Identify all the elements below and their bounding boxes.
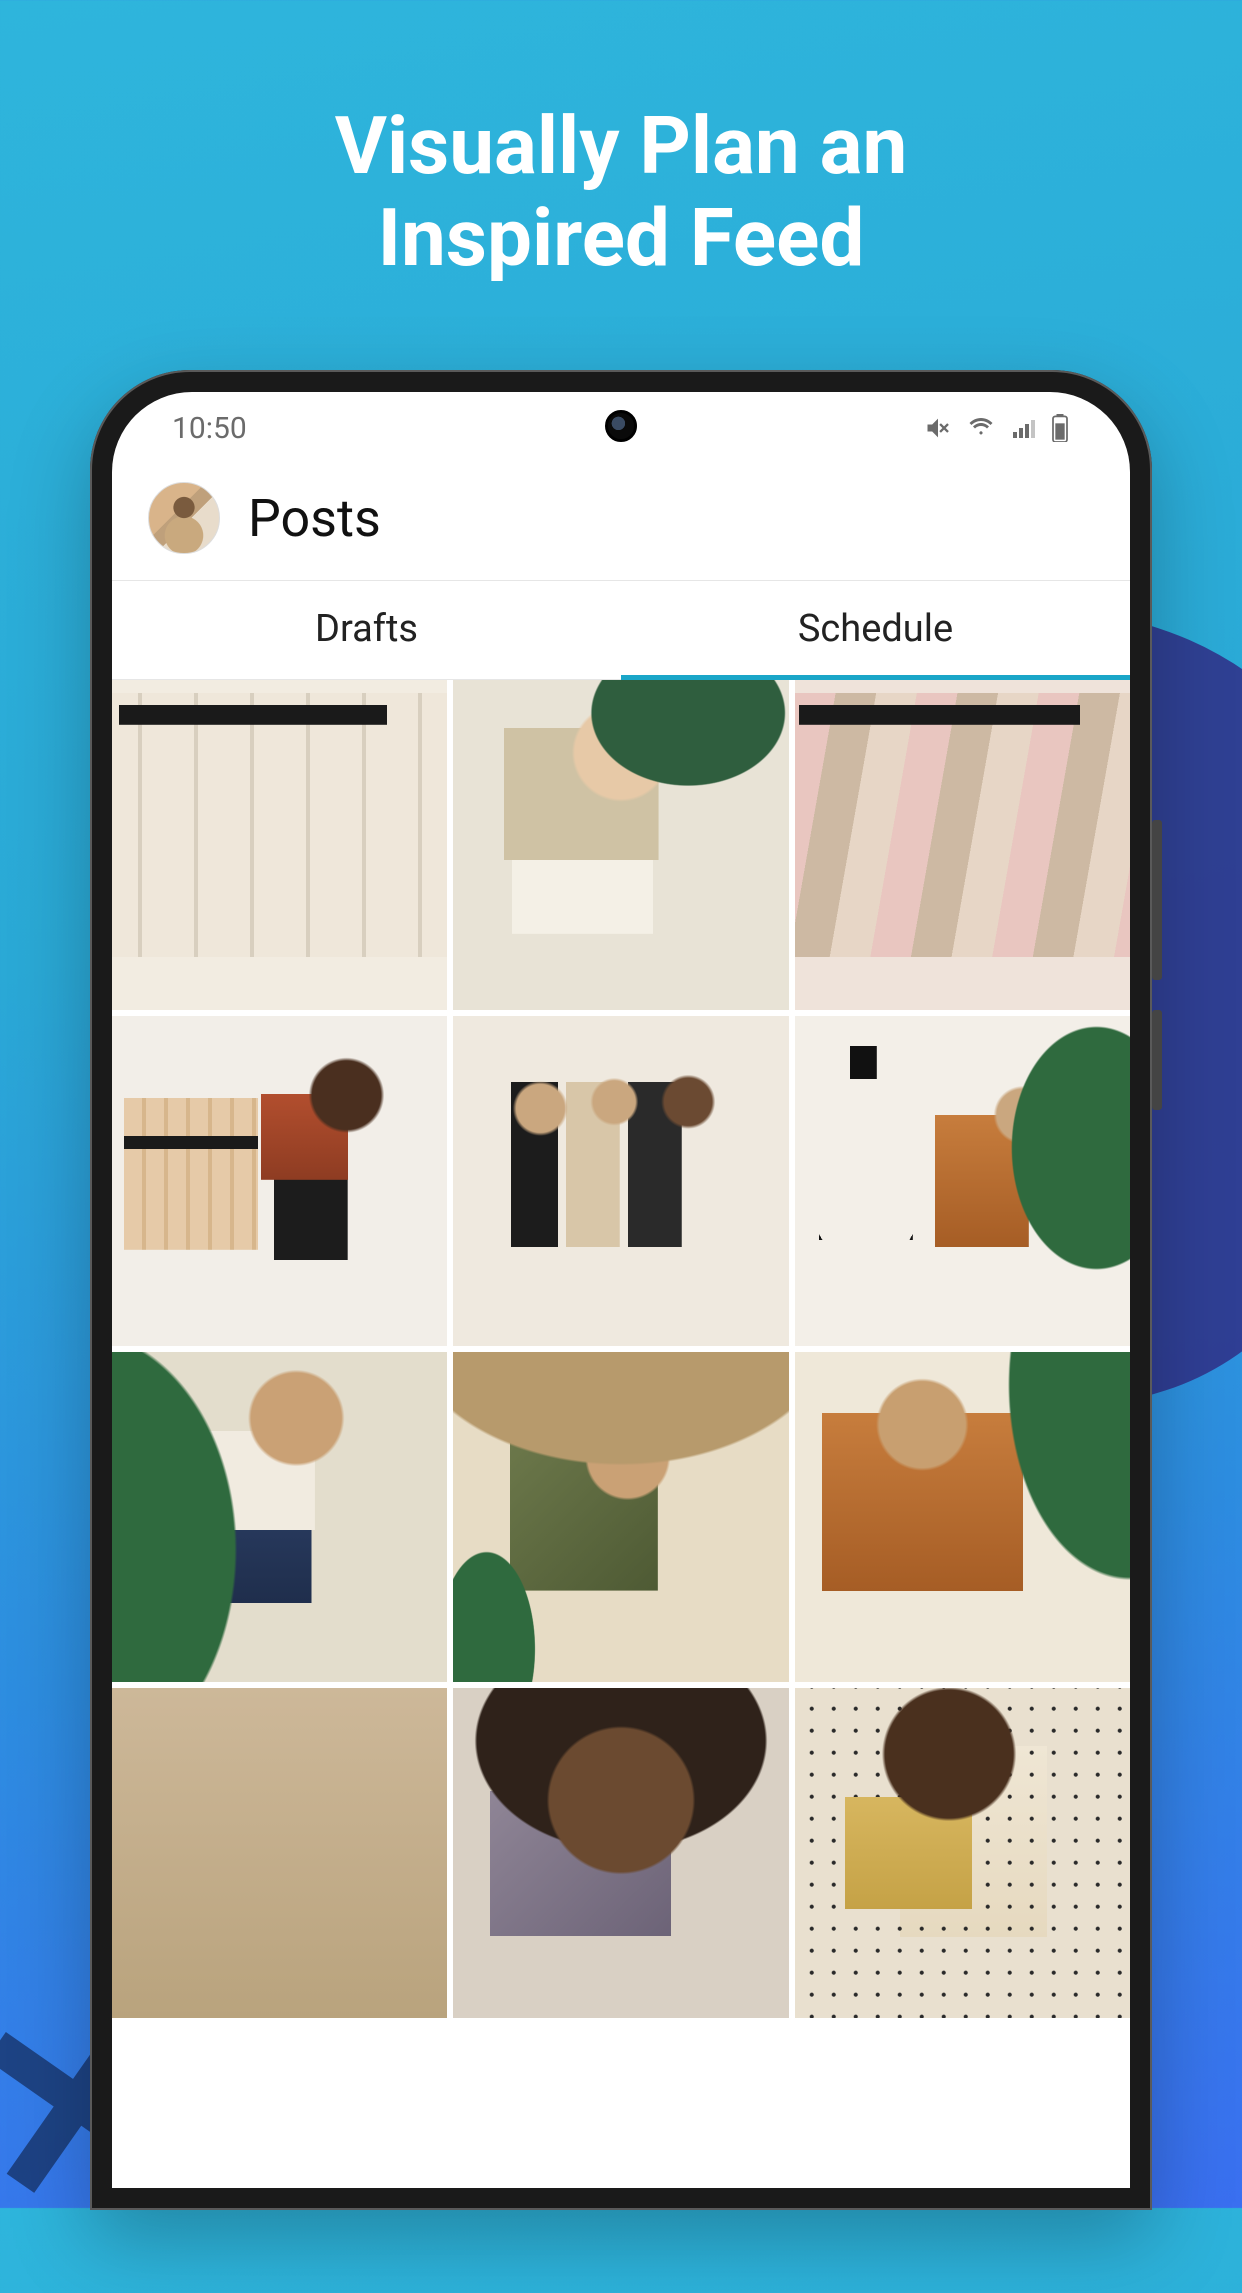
page-title: Posts [248,488,381,549]
phone-side-button [1152,1010,1162,1110]
post-thumb-7[interactable] [112,1352,447,1682]
post-thumb-5[interactable] [453,1016,788,1346]
feed-grid[interactable] [112,680,1130,2188]
profile-avatar[interactable] [148,482,220,554]
post-thumb-8[interactable] [453,1352,788,1682]
wifi-icon [966,416,996,440]
status-time: 10:50 [172,411,247,446]
status-icons [924,414,1070,442]
promo-headline: Visually Plan an Inspired Feed [0,100,1242,284]
tab-drafts-label: Drafts [315,607,418,651]
tab-schedule-label: Schedule [798,607,953,651]
post-thumb-11[interactable] [453,1688,788,2018]
camera-hole [605,410,637,442]
post-thumb-9[interactable] [795,1352,1130,1682]
battery-icon [1050,414,1070,442]
promo-line-1: Visually Plan an [335,99,908,193]
phone-frame: 10:50 Posts Drafts Schedule [90,370,1152,2210]
signal-icon [1010,416,1036,440]
tab-drafts[interactable]: Drafts [112,581,621,679]
status-bar: 10:50 [112,392,1130,464]
post-thumb-10[interactable] [112,1688,447,2018]
post-thumb-3[interactable] [795,680,1130,1010]
post-thumb-2[interactable] [453,680,788,1010]
tab-schedule[interactable]: Schedule [621,581,1130,679]
post-thumb-12[interactable] [795,1688,1130,2018]
phone-side-button [1152,820,1162,980]
post-thumb-6[interactable] [795,1016,1130,1346]
post-thumb-4[interactable] [112,1016,447,1346]
tabs: Drafts Schedule [112,581,1130,680]
promo-line-2: Inspired Feed [378,191,865,285]
mute-icon [924,414,952,442]
phone-screen: 10:50 Posts Drafts Schedule [112,392,1130,2188]
app-header: Posts [112,464,1130,581]
post-thumb-1[interactable] [112,680,447,1010]
